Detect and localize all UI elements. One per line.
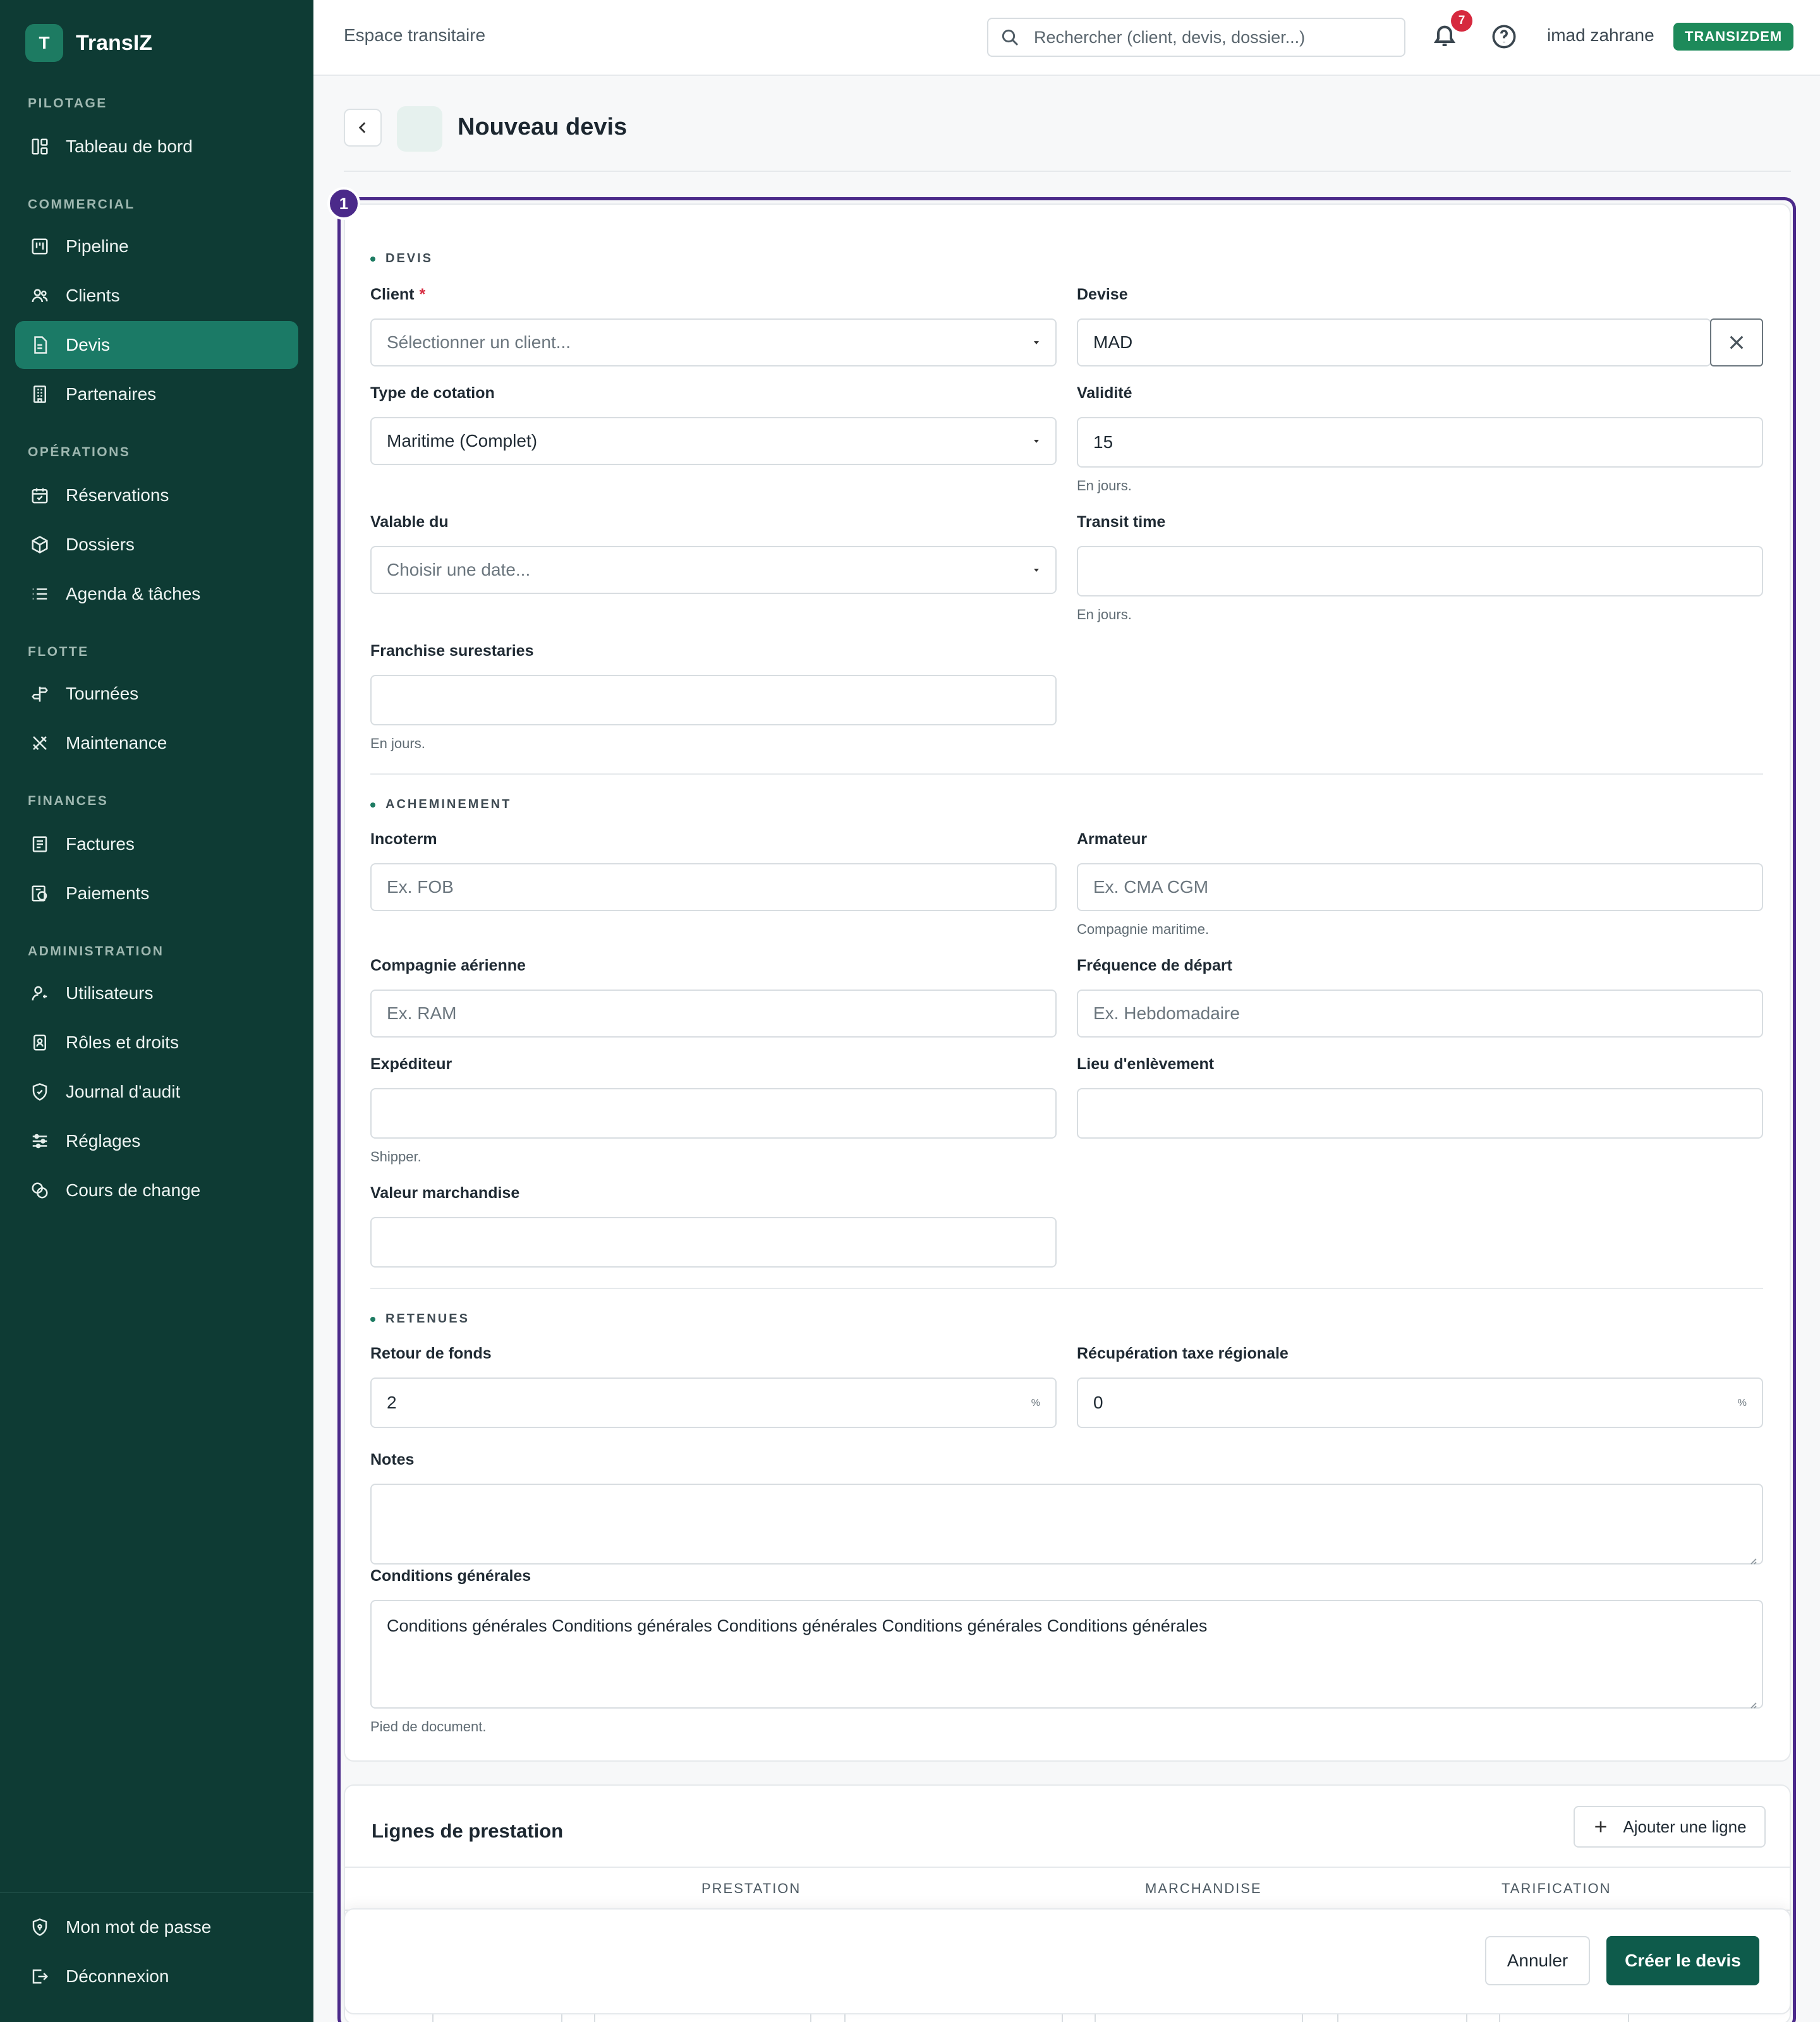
sidebar-item-clients[interactable]: Clients	[15, 272, 298, 320]
sidebar-item-cours-de-change[interactable]: Cours de change	[15, 1166, 298, 1214]
sidebar-item-label: Maintenance	[66, 733, 167, 753]
sidebar-item-label: Journal d'audit	[66, 1082, 181, 1101]
step-highlight	[337, 197, 1796, 2022]
sidebar-item-mot-de-passe[interactable]: Mon mot de passe	[15, 1903, 298, 1951]
help-button[interactable]	[1491, 24, 1518, 51]
sidebar-item-devis[interactable]: Devis	[15, 321, 298, 369]
sidebar-item-deconnexion[interactable]: Déconnexion	[15, 1952, 298, 2001]
sidebar-item-label: Utilisateurs	[66, 983, 154, 1003]
user-name[interactable]: imad zahrane	[1547, 25, 1654, 45]
sidebar-item-label: Réglages	[66, 1131, 141, 1151]
sidebar-item-pipeline[interactable]: Pipeline	[15, 222, 298, 270]
sidebar-item-factures[interactable]: Factures	[15, 820, 298, 868]
help-icon	[1492, 25, 1516, 49]
pipeline-icon	[30, 237, 49, 256]
nav-section-finances: FINANCES	[28, 794, 109, 808]
coins-icon	[30, 1181, 49, 1200]
sidebar-item-label: Réservations	[66, 485, 169, 505]
shield-icon	[30, 1082, 49, 1101]
user-key-icon	[30, 984, 49, 1003]
nav-section-pilotage: PILOTAGE	[28, 96, 107, 111]
topbar: Espace transitaire 7 imad zahrane TRANSI…	[313, 0, 1820, 76]
sidebar: T TransIZ PILOTAGE Tableau de bord COMME…	[0, 0, 313, 2022]
breadcrumb: Espace transitaire	[344, 25, 486, 45]
sidebar-item-roles[interactable]: Rôles et droits	[15, 1019, 298, 1067]
list-icon	[30, 584, 49, 603]
tenant-badge: TRANSIZDEM	[1673, 23, 1794, 51]
sidebar-item-reglages[interactable]: Réglages	[15, 1117, 298, 1165]
file-icon	[30, 336, 49, 354]
nav-section-flotte: FLOTTE	[28, 645, 89, 659]
notification-count-badge: 7	[1451, 10, 1472, 32]
invoice-icon	[30, 835, 49, 854]
sidebar-item-agenda[interactable]: Agenda & tâches	[15, 570, 298, 618]
sidebar-item-reservations[interactable]: Réservations	[15, 471, 298, 519]
nav-section-operations: OPÉRATIONS	[28, 445, 131, 459]
payment-icon	[30, 884, 49, 903]
brand[interactable]: T TransIZ	[25, 24, 152, 62]
package-icon	[30, 535, 49, 554]
sidebar-item-label: Clients	[66, 286, 120, 305]
sidebar-item-label: Cours de change	[66, 1180, 201, 1200]
sidebar-item-label: Déconnexion	[66, 1966, 169, 1986]
sidebar-item-label: Tournées	[66, 684, 139, 703]
page-icon	[397, 106, 442, 152]
sidebar-item-maintenance[interactable]: Maintenance	[15, 719, 298, 767]
sidebar-item-label: Factures	[66, 834, 135, 854]
search-box[interactable]	[987, 18, 1405, 57]
sidebar-item-partenaires[interactable]: Partenaires	[15, 370, 298, 418]
nav-section-administration: ADMINISTRATION	[28, 944, 164, 959]
tools-icon	[30, 734, 49, 753]
badge-icon	[30, 1033, 49, 1052]
sidebar-item-label: Mon mot de passe	[66, 1917, 212, 1937]
sidebar-divider	[0, 1892, 313, 1893]
sidebar-item-label: Agenda & tâches	[66, 584, 201, 603]
chevron-left-icon	[358, 122, 366, 133]
sidebar-item-label: Pipeline	[66, 236, 129, 256]
sidebar-item-journal[interactable]: Journal d'audit	[15, 1068, 298, 1116]
brand-logo: T	[25, 24, 63, 62]
search-icon	[1002, 29, 1019, 46]
sidebar-item-label: Tableau de bord	[66, 136, 193, 156]
nav-section-commercial: COMMERCIAL	[28, 197, 135, 212]
search-input[interactable]	[1034, 27, 1388, 47]
sidebar-item-tableau-de-bord[interactable]: Tableau de bord	[15, 123, 298, 171]
sidebar-item-dossiers[interactable]: Dossiers	[15, 521, 298, 569]
sliders-icon	[30, 1132, 49, 1151]
signpost-icon	[30, 684, 49, 703]
sidebar-item-utilisateurs[interactable]: Utilisateurs	[15, 969, 298, 1017]
calendar-check-icon	[30, 486, 49, 505]
step-badge: 1	[327, 187, 360, 220]
shield-lock-icon	[30, 1918, 49, 1937]
back-button[interactable]	[344, 109, 382, 147]
sidebar-item-label: Dossiers	[66, 535, 135, 554]
brand-name: TransIZ	[76, 30, 152, 55]
sidebar-item-label: Partenaires	[66, 384, 157, 404]
users-icon	[30, 286, 49, 305]
sidebar-item-label: Devis	[66, 335, 111, 354]
dashboard-icon	[30, 137, 49, 156]
page-title: Nouveau devis	[458, 114, 628, 140]
header-divider	[344, 171, 1791, 172]
sidebar-item-paiements[interactable]: Paiements	[15, 869, 298, 917]
logout-icon	[30, 1967, 49, 1986]
sidebar-item-tournees[interactable]: Tournées	[15, 670, 298, 718]
building-icon	[30, 385, 49, 404]
sidebar-item-label: Paiements	[66, 883, 150, 903]
sidebar-item-label: Rôles et droits	[66, 1032, 179, 1052]
